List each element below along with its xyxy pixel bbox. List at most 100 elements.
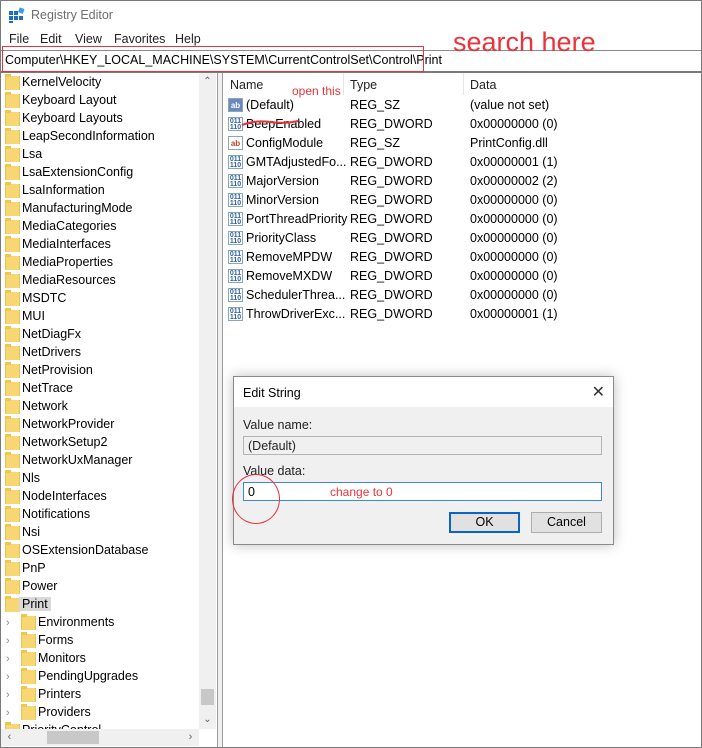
- column-type[interactable]: Type: [350, 78, 377, 92]
- tree-item[interactable]: NodeInterfaces: [1, 488, 197, 506]
- tree-item[interactable]: › Forms: [1, 632, 197, 650]
- tree-item[interactable]: NetworkSetup2: [1, 434, 197, 452]
- folder-icon: [5, 236, 20, 252]
- tree-item[interactable]: › Providers: [1, 704, 197, 722]
- tree-item[interactable]: MediaProperties: [1, 254, 197, 272]
- tree-item[interactable]: NetworkUxManager: [1, 452, 197, 470]
- tree-item-label: Notifications: [22, 507, 91, 521]
- tree-item[interactable]: LeapSecondInformation: [1, 128, 197, 146]
- value-name: ThrowDriverExc...: [246, 307, 346, 321]
- folder-icon: [21, 632, 36, 648]
- value-data-input[interactable]: [243, 482, 602, 501]
- menu-view[interactable]: View: [75, 32, 102, 46]
- folder-icon: [5, 596, 20, 612]
- value-type: REG_DWORD: [350, 269, 433, 283]
- tree-item-label: MediaCategories: [22, 219, 117, 233]
- value-type: REG_DWORD: [350, 155, 433, 169]
- scroll-down-icon[interactable]: ⌄: [199, 711, 216, 728]
- tree-item[interactable]: LsaInformation: [1, 182, 197, 200]
- value-row[interactable]: 011 110 ThrowDriverExc... REG_DWORD 0x00000…: [223, 305, 701, 324]
- expand-chevron-icon[interactable]: ›: [6, 671, 10, 683]
- tree-item-label: MSDTC: [22, 291, 67, 305]
- scroll-thumb[interactable]: [201, 689, 214, 705]
- close-icon[interactable]: ✕: [592, 382, 605, 402]
- expand-chevron-icon[interactable]: ›: [6, 653, 10, 665]
- value-row[interactable]: 011 110 PortThreadPriority REG_DWORD 0x0000…: [223, 210, 701, 229]
- tree-item[interactable]: Network: [1, 398, 197, 416]
- folder-icon: [5, 506, 20, 522]
- value-type: REG_DWORD: [350, 117, 433, 131]
- folder-icon: [21, 686, 36, 702]
- scroll-left-icon[interactable]: ‹: [1, 729, 18, 746]
- menu-help[interactable]: Help: [175, 32, 201, 46]
- tree-item[interactable]: MediaResources: [1, 272, 197, 290]
- column-divider[interactable]: [463, 73, 464, 95]
- expand-chevron-icon[interactable]: ›: [6, 635, 10, 647]
- tree-horizontal-scrollbar[interactable]: ‹ ›: [1, 729, 199, 746]
- tree-item-label: LsaInformation: [22, 183, 105, 197]
- menu-file[interactable]: File: [9, 32, 29, 46]
- tree-item-label: Nls: [22, 471, 41, 485]
- folder-icon: [5, 344, 20, 360]
- value-data: 0x00000000 (0): [470, 269, 558, 283]
- tree-item[interactable]: › Printers: [1, 686, 197, 704]
- tree-item[interactable]: Keyboard Layouts: [1, 110, 197, 128]
- expand-chevron-icon[interactable]: ›: [6, 707, 10, 719]
- tree-item[interactable]: ManufacturingMode: [1, 200, 197, 218]
- tree-item[interactable]: KernelVelocity: [1, 74, 197, 92]
- value-row[interactable]: 011 110 PriorityClass REG_DWORD 0x00000000 …: [223, 229, 701, 248]
- expand-chevron-icon[interactable]: ›: [6, 689, 10, 701]
- value-row[interactable]: 011 110 RemoveMXDW REG_DWORD 0x00000000 (0): [223, 267, 701, 286]
- folder-icon: [5, 326, 20, 342]
- tree-item[interactable]: › Environments: [1, 614, 197, 632]
- tree-item[interactable]: Nsi: [1, 524, 197, 542]
- scroll-thumb-horizontal[interactable]: [47, 731, 99, 744]
- column-data[interactable]: Data: [470, 78, 496, 92]
- tree-item[interactable]: › PendingUpgrades: [1, 668, 197, 686]
- value-row[interactable]: ab (Default) REG_SZ (value not set): [223, 96, 701, 115]
- ok-button[interactable]: OK: [449, 512, 520, 533]
- tree-item[interactable]: Nls: [1, 470, 197, 488]
- folder-icon: [5, 92, 20, 108]
- scroll-right-icon[interactable]: ›: [182, 729, 199, 746]
- folder-icon: [5, 380, 20, 396]
- value-row[interactable]: 011 110 GMTAdjustedFo... REG_DWORD 0x000000…: [223, 153, 701, 172]
- tree-item[interactable]: MUI: [1, 308, 197, 326]
- tree-item-label: Nsi: [22, 525, 41, 539]
- tree-item[interactable]: NetTrace: [1, 380, 197, 398]
- tree-item[interactable]: NetDiagFx: [1, 326, 197, 344]
- tree-item[interactable]: Power: [1, 578, 197, 596]
- tree-item-label: PnP: [22, 561, 46, 575]
- tree-vertical-scrollbar[interactable]: ⌃ ⌄: [199, 73, 216, 729]
- column-divider[interactable]: [343, 73, 344, 95]
- expand-chevron-icon[interactable]: ›: [6, 617, 10, 629]
- menu-edit[interactable]: Edit: [40, 32, 62, 46]
- tree-item[interactable]: › Monitors: [1, 650, 197, 668]
- scroll-up-icon[interactable]: ⌃: [199, 73, 216, 90]
- tree-item[interactable]: NetDrivers: [1, 344, 197, 362]
- tree-item[interactable]: MediaInterfaces: [1, 236, 197, 254]
- cancel-button[interactable]: Cancel: [531, 512, 602, 533]
- tree-item[interactable]: Print: [1, 596, 197, 614]
- tree-item[interactable]: PnP: [1, 560, 197, 578]
- tree-item[interactable]: OSExtensionDatabase: [1, 542, 197, 560]
- value-row[interactable]: 011 110 RemoveMPDW REG_DWORD 0x00000000 (0): [223, 248, 701, 267]
- tree-item[interactable]: MSDTC: [1, 290, 197, 308]
- tree-item-label: NodeInterfaces: [22, 489, 107, 503]
- folder-icon: [5, 290, 20, 306]
- tree-item[interactable]: MediaCategories: [1, 218, 197, 236]
- tree-item[interactable]: Keyboard Layout: [1, 92, 197, 110]
- menu-favorites[interactable]: Favorites: [114, 32, 165, 46]
- tree-item[interactable]: NetProvision: [1, 362, 197, 380]
- value-row[interactable]: 011 110 MajorVersion REG_DWORD 0x00000002 (…: [223, 172, 701, 191]
- column-name[interactable]: Name: [230, 78, 263, 92]
- value-row[interactable]: 011 110 SchedulerThrea... REG_DWORD 0x00000…: [223, 286, 701, 305]
- value-type: REG_DWORD: [350, 288, 433, 302]
- folder-icon: [5, 128, 20, 144]
- tree-item[interactable]: Notifications: [1, 506, 197, 524]
- value-row[interactable]: ab ConfigModule REG_SZ PrintConfig.dll: [223, 134, 701, 153]
- tree-item[interactable]: NetworkProvider: [1, 416, 197, 434]
- tree-item[interactable]: Lsa: [1, 146, 197, 164]
- tree-item[interactable]: LsaExtensionConfig: [1, 164, 197, 182]
- value-row[interactable]: 011 110 MinorVersion REG_DWORD 0x00000000 (…: [223, 191, 701, 210]
